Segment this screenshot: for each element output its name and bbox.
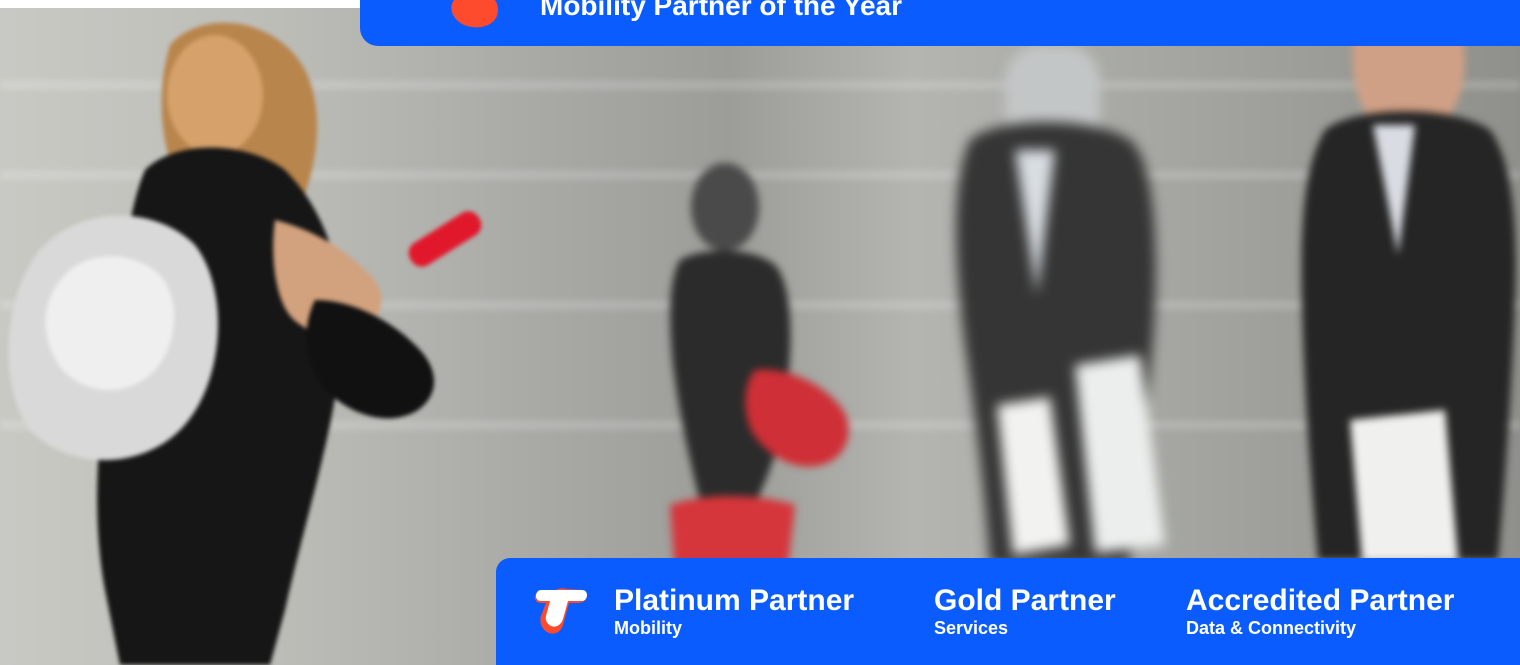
award-icon: [451, 0, 498, 28]
woman-with-phone: [8, 22, 482, 665]
partner-platinum: Platinum Partner Mobility: [614, 584, 854, 638]
partner-accredited: Accredited Partner Data & Connectivity: [1186, 584, 1454, 638]
partner-title: Platinum Partner: [614, 584, 855, 617]
blurred-businessman-center-right: [956, 45, 1165, 565]
partner-gold: Gold Partner Services: [934, 584, 1116, 638]
hero-banner: Mobility Partner of the Year Platinum Pa…: [0, 0, 1520, 665]
telstra-logo-icon: [534, 588, 587, 634]
partner-status-banner: Platinum Partner Mobility Gold Partner S…: [496, 558, 1520, 665]
top-banner-label: Mobility Partner of the Year: [540, 0, 903, 21]
blurred-person-center: [670, 163, 849, 575]
partner-subtitle: Mobility: [614, 618, 682, 638]
blurred-businessman-right: [1301, 0, 1516, 560]
partner-subtitle: Data & Connectivity: [1186, 618, 1357, 638]
partner-title: Gold Partner: [934, 584, 1116, 617]
partner-title: Accredited Partner: [1186, 584, 1455, 617]
top-award-banner: Mobility Partner of the Year: [360, 0, 1520, 46]
partner-subtitle: Services: [934, 618, 1009, 638]
